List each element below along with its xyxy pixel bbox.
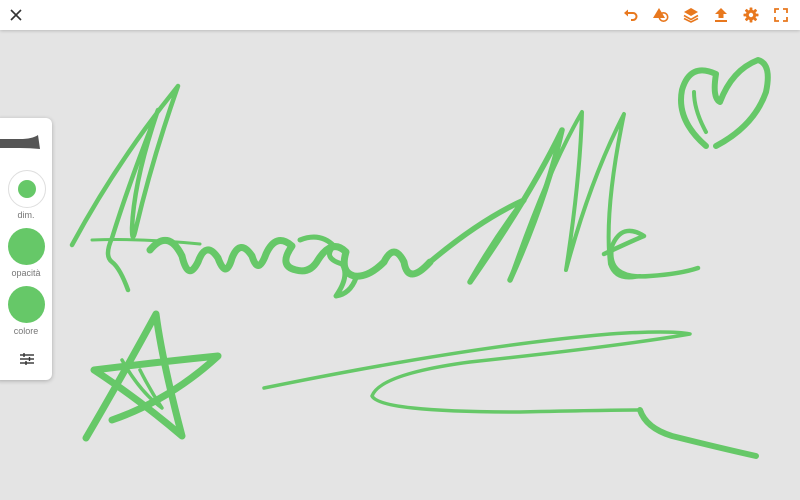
- share-button[interactable]: [706, 0, 736, 30]
- stroke-swoosh-upper: [262, 330, 692, 414]
- brush-preview[interactable]: [0, 132, 48, 154]
- fullscreen-button[interactable]: [766, 0, 796, 30]
- undo-icon: [624, 9, 638, 21]
- brush-settings-button[interactable]: [16, 348, 38, 370]
- brush-opacity-swatch[interactable]: [8, 228, 45, 265]
- drawing-canvas[interactable]: [0, 30, 800, 500]
- stroke-letter-e: [601, 228, 701, 279]
- shape-icon: [653, 8, 669, 22]
- brush-color-label: colore: [13, 326, 39, 336]
- toolbar-actions: [616, 0, 796, 30]
- drawing-strokes: [69, 57, 771, 459]
- fullscreen-icon: [774, 8, 788, 22]
- gear-icon: [743, 7, 759, 23]
- brush-panel: dim. opacità colore: [0, 118, 52, 380]
- brush-size-label: dim.: [17, 210, 35, 220]
- sliders-icon: [20, 353, 34, 365]
- layers-icon: [683, 8, 699, 23]
- close-button[interactable]: [6, 5, 26, 25]
- stroke-letter-m: [69, 83, 181, 293]
- shape-tool-button[interactable]: [646, 0, 676, 30]
- undo-button[interactable]: [616, 0, 646, 30]
- stroke-star: [82, 310, 222, 442]
- brush-size-swatch[interactable]: [8, 170, 46, 208]
- top-toolbar: [0, 0, 800, 30]
- stroke-letter-l1: [427, 127, 565, 285]
- brush-size-dot: [18, 180, 36, 198]
- stroke-loops: [146, 237, 434, 280]
- brush-color-swatch[interactable]: [8, 286, 45, 323]
- close-icon: [10, 9, 22, 21]
- brush-opacity-label: opacità: [11, 268, 41, 278]
- settings-button[interactable]: [736, 0, 766, 30]
- layers-button[interactable]: [676, 0, 706, 30]
- share-icon: [715, 8, 727, 22]
- stroke-heart-inner: [692, 90, 708, 134]
- stroke-swoosh-tail: [637, 407, 759, 459]
- stroke-letter-l2: [508, 110, 642, 282]
